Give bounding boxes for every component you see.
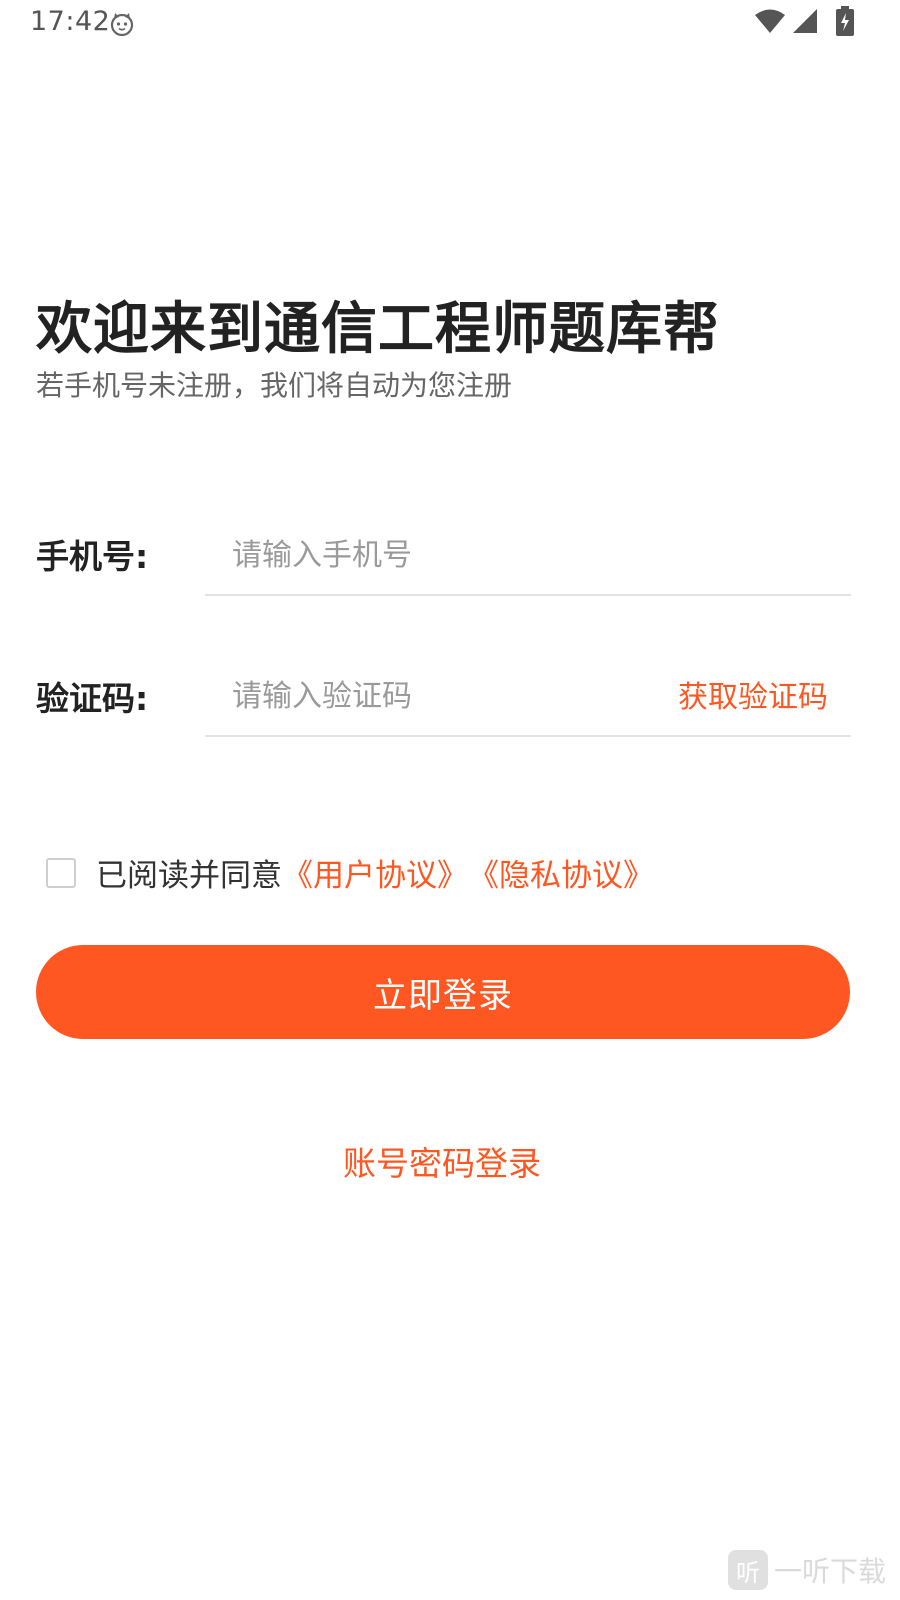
watermark: 听 一听下载 [727, 1550, 886, 1590]
agreement-row: 已阅读并同意 《用户协议》 《隐私协议》 [46, 850, 654, 895]
status-bar: 17:42 [0, 0, 900, 48]
phone-input[interactable] [205, 516, 851, 596]
watermark-logo-icon: 听 [727, 1550, 768, 1590]
status-time: 17:42 [30, 6, 111, 37]
login-button[interactable]: 立即登录 [36, 945, 850, 1039]
agreement-prefix: 已阅读并同意 [96, 858, 282, 894]
status-icons [754, 6, 854, 40]
password-login-link[interactable]: 账号密码登录 [0, 1137, 884, 1185]
agreement-checkbox[interactable] [46, 857, 76, 888]
login-screen: 17:42 欢迎来到通信工程师题库帮 若手机号未注册，我们将自动为您注册 手机号… [0, 0, 900, 1600]
get-code-button[interactable]: 获取验证码 [678, 672, 828, 716]
wifi-icon [754, 8, 786, 38]
battery-charging-icon [836, 6, 854, 40]
phone-label: 手机号: [36, 537, 149, 576]
welcome-subtitle: 若手机号未注册，我们将自动为您注册 [36, 369, 513, 402]
user-agreement-link[interactable]: 《用户协议》 [282, 850, 468, 895]
watermark-text: 一听下载 [773, 1555, 886, 1588]
welcome-title: 欢迎来到通信工程师题库帮 [36, 297, 720, 362]
cellular-signal-icon [792, 8, 818, 38]
privacy-policy-link[interactable]: 《隐私协议》 [468, 850, 654, 895]
code-label: 验证码: [36, 679, 149, 718]
cat-face-icon [109, 11, 135, 37]
